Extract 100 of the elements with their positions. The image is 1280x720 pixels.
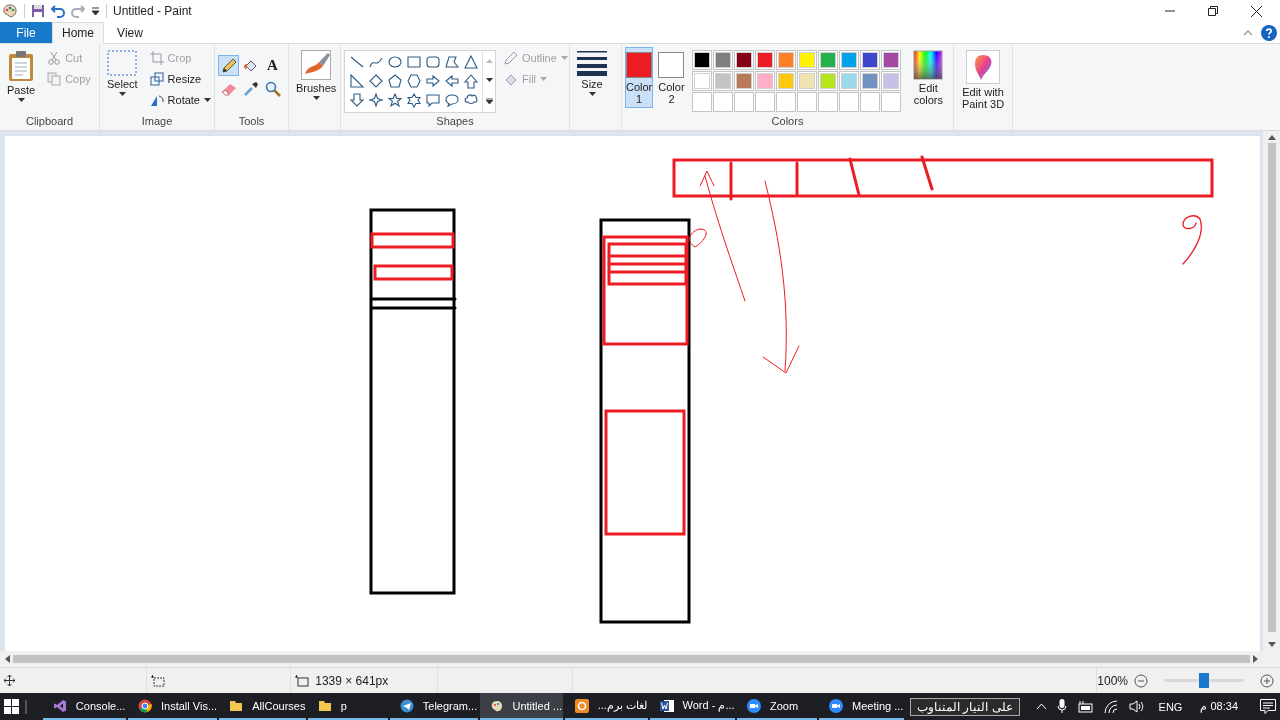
taskbar-button[interactable]: Meeting ... [819, 693, 904, 720]
drawing-canvas[interactable] [5, 136, 1260, 651]
chevron-up-icon[interactable] [1035, 703, 1047, 710]
brush-icon [301, 50, 332, 80]
taskbar-button[interactable]: AllCourses [219, 693, 306, 720]
scroll-up-icon[interactable] [1267, 135, 1276, 140]
expand-gallery-icon[interactable] [485, 98, 493, 105]
scrollbar-thumb[interactable] [13, 655, 1250, 663]
battery-icon[interactable] [1076, 700, 1094, 713]
resize-button[interactable]: Resize [145, 69, 215, 88]
telegram-icon [399, 698, 414, 713]
color-swatch[interactable] [840, 52, 857, 68]
crop-icon [149, 50, 164, 65]
clock[interactable]: 08:34 م [1200, 700, 1238, 713]
color-swatch[interactable] [840, 73, 857, 89]
color-swatch[interactable] [798, 52, 815, 68]
color-swatch[interactable] [714, 73, 731, 89]
color-swatch[interactable] [777, 73, 794, 89]
taskbar-button[interactable]: Zoom [737, 693, 818, 720]
color-swatch[interactable] [819, 52, 836, 68]
input-language[interactable]: ENG [1158, 700, 1183, 713]
line-width-icon [577, 50, 607, 76]
paint-3d-button[interactable]: Edit with Paint 3D [957, 47, 1009, 113]
pentagon-icon[interactable] [386, 74, 403, 89]
caret-icon [588, 92, 596, 96]
scroll-down-icon[interactable] [1267, 642, 1276, 647]
color-swatch[interactable] [882, 52, 899, 68]
star-icon[interactable] [386, 93, 403, 108]
four-point-star-icon[interactable] [367, 93, 384, 108]
caret-icon[interactable] [91, 6, 100, 16]
select-button[interactable]: Select [103, 47, 142, 99]
taskbar-button[interactable]: Word - م... [649, 693, 736, 720]
color-swatch[interactable] [882, 73, 899, 89]
right-triangle-icon[interactable] [348, 74, 365, 89]
color-swatch[interactable] [819, 73, 836, 89]
color-swatch[interactable] [861, 52, 878, 68]
taskbar-button[interactable]: Console... [42, 693, 126, 720]
ribbon-tab[interactable]: Home [52, 22, 104, 44]
color-swatch[interactable] [861, 73, 878, 89]
color-swatch[interactable] [777, 52, 794, 68]
down-arrow-icon[interactable] [348, 93, 365, 108]
volume-icon[interactable] [1128, 700, 1145, 713]
microphone-icon[interactable] [1056, 699, 1067, 714]
rotate-button[interactable]: Rotate [145, 90, 215, 109]
pencil-icon[interactable] [218, 55, 239, 76]
canvas-size-icon [295, 674, 310, 687]
brushes-button[interactable]: Brushes [292, 47, 341, 103]
taskbar-button[interactable]: p [307, 693, 388, 720]
scrollbar-thumb[interactable] [1267, 143, 1276, 632]
save-icon[interactable] [31, 4, 45, 18]
undo-icon[interactable] [51, 4, 65, 18]
color-swatch[interactable] [756, 52, 773, 68]
size-button[interactable]: Size [573, 47, 611, 99]
paint-icon[interactable] [2, 3, 18, 19]
oval-callout-icon[interactable] [443, 93, 460, 108]
triangle-icon[interactable] [462, 55, 479, 70]
caret-icon [17, 98, 25, 102]
diamond-icon[interactable] [367, 74, 384, 89]
six-point-star-icon[interactable] [405, 93, 422, 108]
taskbar-button[interactable]: لغات برم... [564, 693, 648, 720]
zoom-in-icon[interactable] [1260, 673, 1274, 688]
taskbar-button[interactable]: Telegram... [389, 693, 478, 720]
right-arrow-icon[interactable] [424, 74, 441, 89]
zoom-out-icon[interactable] [1134, 673, 1148, 688]
color-swatch[interactable] [756, 73, 773, 89]
ribbon-tab[interactable]: View [104, 22, 156, 44]
slider-thumb[interactable] [1199, 673, 1209, 688]
scissors-icon [47, 50, 62, 65]
color-slot-button[interactable]: Color 1 [625, 47, 654, 108]
curve-icon[interactable] [367, 55, 384, 70]
scroll-down-icon[interactable] [485, 78, 493, 83]
color-swatch[interactable] [798, 73, 815, 89]
zoom-icon [747, 698, 762, 713]
callout-icon[interactable] [424, 93, 441, 108]
close-icon[interactable] [1251, 5, 1262, 17]
paste-button[interactable]: Paste [3, 47, 40, 105]
collapse-ribbon-icon[interactable] [1243, 29, 1253, 36]
color-swatch[interactable] [735, 73, 752, 89]
up-arrow-icon[interactable] [462, 74, 479, 89]
zoom-slider[interactable] [1164, 673, 1244, 688]
windows-start-icon[interactable] [4, 699, 19, 714]
hexagon-icon[interactable] [405, 74, 422, 89]
color-swatch[interactable] [693, 52, 710, 68]
wifi-icon[interactable] [1103, 700, 1119, 713]
color-slot-button[interactable]: Color 2 [657, 47, 686, 108]
color-swatch[interactable] [714, 52, 731, 68]
notifications-icon[interactable] [1260, 699, 1276, 714]
taskbar-button[interactable]: Install Vis... [128, 693, 218, 720]
color-swatch[interactable] [735, 52, 752, 68]
taskbar-button[interactable]: Untitled ... [479, 693, 563, 720]
scroll-left-icon[interactable] [5, 655, 10, 663]
scroll-right-icon[interactable] [1253, 655, 1258, 663]
edit-colors-button[interactable]: Edit colors [906, 47, 950, 109]
polygon-icon[interactable] [443, 55, 460, 70]
left-arrow-icon[interactable] [443, 74, 460, 89]
restore-icon[interactable] [1208, 6, 1218, 16]
line-icon[interactable] [348, 55, 365, 70]
file-tab[interactable]: File [0, 22, 52, 43]
help-icon[interactable] [1261, 24, 1277, 41]
color-swatch[interactable] [693, 73, 710, 89]
